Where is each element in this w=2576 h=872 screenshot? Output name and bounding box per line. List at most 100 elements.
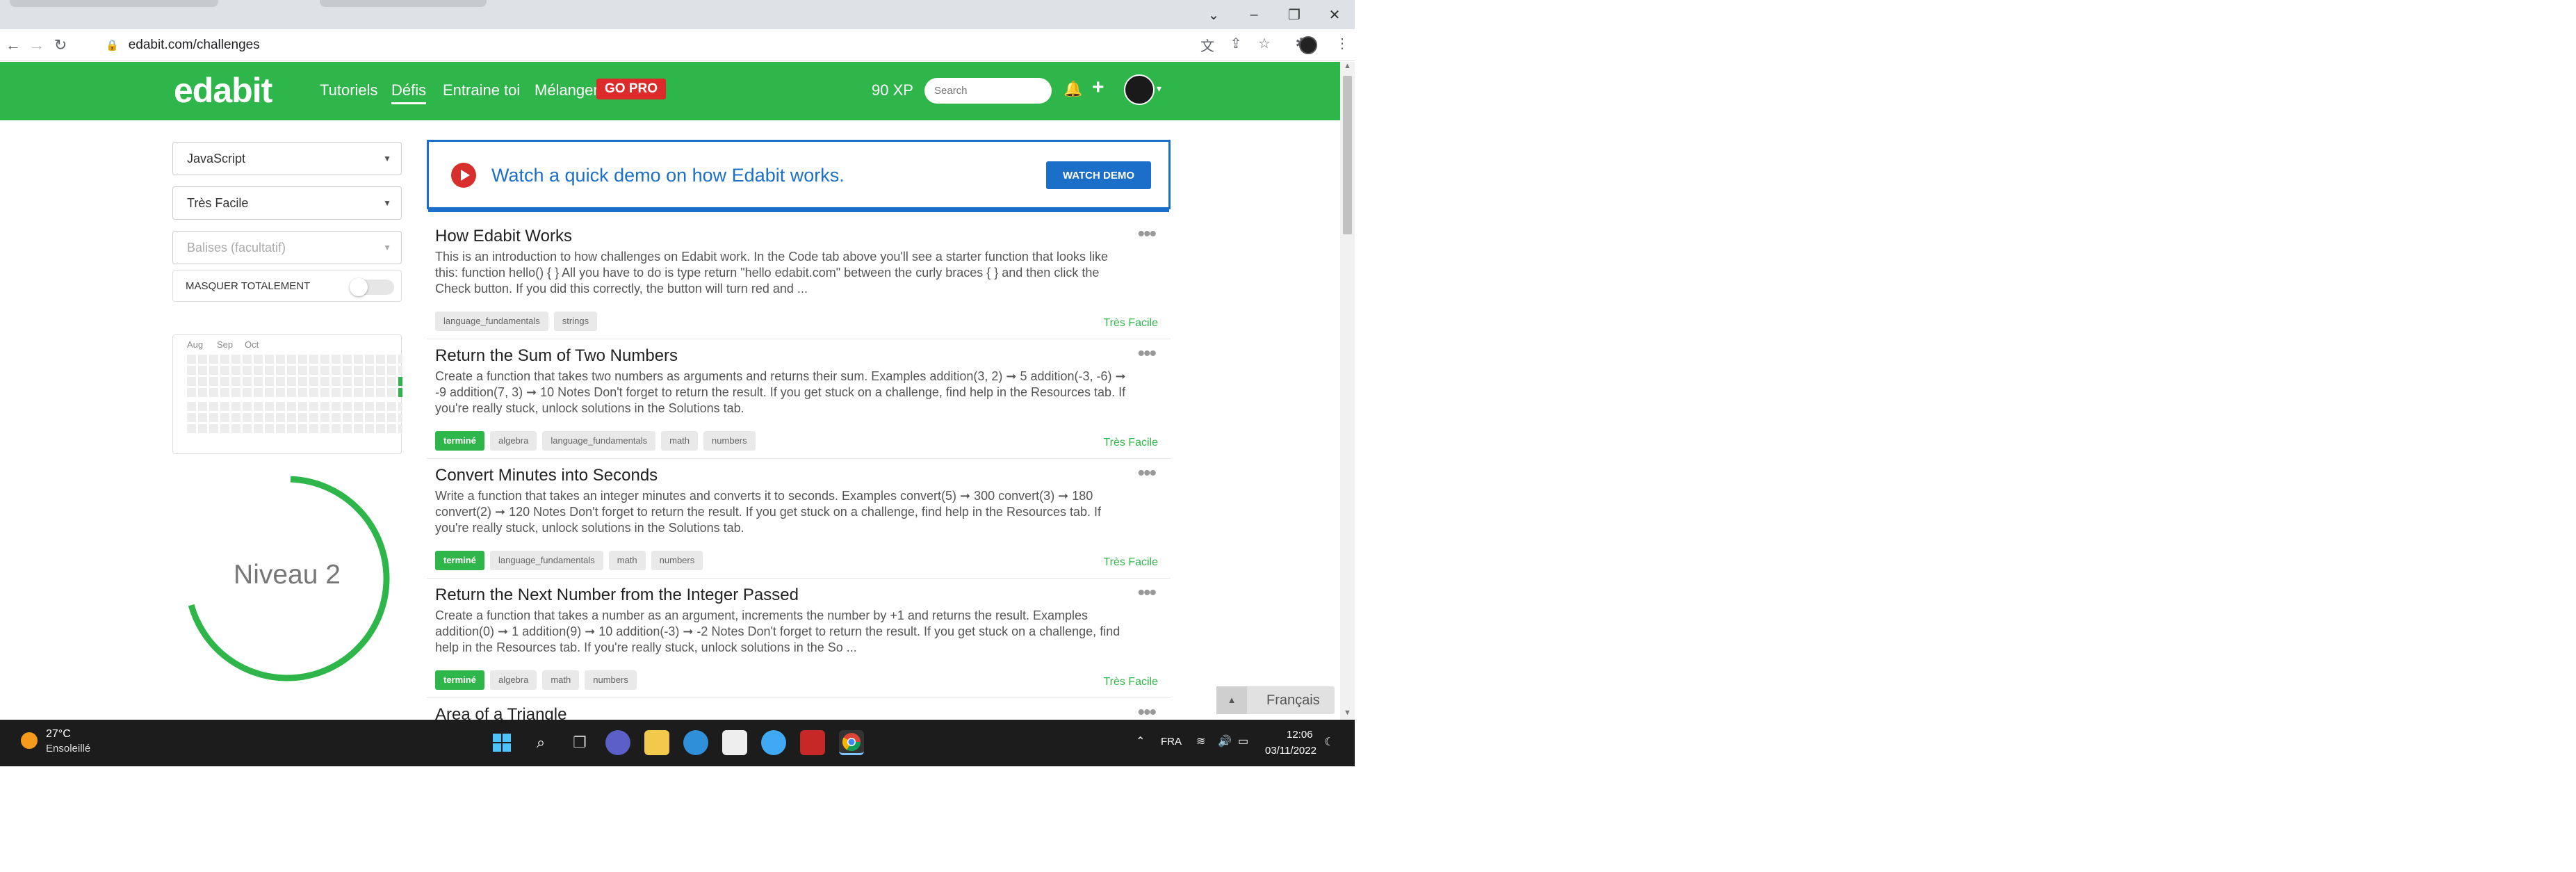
user-avatar[interactable] [1124, 74, 1155, 105]
share-icon[interactable]: ⇪ [1225, 35, 1246, 52]
scrollbar-thumb[interactable] [1343, 76, 1352, 234]
chevron-up-icon[interactable]: ⌃ [1136, 734, 1145, 748]
forward-icon[interactable]: → [26, 35, 47, 56]
tag[interactable]: numbers [703, 431, 756, 451]
heatmap-cell [365, 424, 374, 433]
app-icon[interactable] [761, 730, 786, 755]
clock-date[interactable]: 03/11/2022 [1265, 745, 1316, 757]
challenge-card[interactable]: How Edabit Works ••• This is an introduc… [427, 220, 1171, 339]
browser-profile-avatar[interactable] [1299, 36, 1317, 54]
file-explorer-icon[interactable] [644, 730, 669, 755]
more-options-icon[interactable]: ••• [1137, 701, 1156, 720]
challenge-title[interactable]: Return the Sum of Two Numbers [435, 346, 678, 366]
heatmap-cell [298, 355, 307, 364]
search-icon[interactable]: ⌕ [528, 730, 553, 755]
tag[interactable]: language_fundamentals [542, 431, 656, 451]
chrome-icon[interactable] [839, 730, 864, 755]
challenge-card[interactable]: Area of a Triangle ••• [427, 698, 1171, 720]
scroll-up-arrow-icon[interactable]: ▲ [1340, 62, 1355, 73]
volume-icon[interactable]: 🔊 [1218, 734, 1232, 748]
heatmap-cell [220, 377, 229, 386]
tag[interactable]: language_fundamentals [435, 312, 548, 331]
minimize-button[interactable]: – [1234, 7, 1274, 23]
more-options-icon[interactable]: ••• [1137, 462, 1156, 485]
challenge-tags: terminé algebra math numbers [435, 670, 637, 690]
more-options-icon[interactable]: ••• [1137, 581, 1156, 605]
page-scrollbar[interactable]: ▲ ▼ [1340, 62, 1355, 720]
task-view-icon[interactable]: ❐ [567, 730, 592, 755]
heatmap-cell [220, 402, 229, 411]
browser-menu-icon[interactable]: ⋮ [1332, 35, 1353, 56]
heatmap-cell [231, 355, 241, 364]
bookmark-star-icon[interactable]: ☆ [1254, 35, 1275, 52]
tag[interactable]: numbers [651, 551, 703, 570]
hide-completed-toggle[interactable] [350, 278, 394, 296]
reload-icon[interactable]: ↻ [50, 35, 71, 56]
notification-bell-icon[interactable]: 🔔 [1063, 80, 1082, 98]
teams-chat-icon[interactable] [605, 730, 630, 755]
tag[interactable]: algebra [489, 670, 537, 690]
heatmap-cell [376, 424, 385, 433]
windows-start-icon[interactable] [489, 730, 514, 755]
difficulty-select[interactable]: Très Facile ▼ [172, 186, 402, 220]
back-icon[interactable]: ← [3, 35, 24, 56]
watch-demo-button[interactable]: WATCH DEMO [1046, 161, 1151, 189]
challenge-title[interactable]: Area of a Triangle [435, 705, 566, 720]
scroll-down-arrow-icon[interactable]: ▼ [1340, 709, 1355, 720]
address-bar[interactable]: 🔒 edabit.com/challenges [97, 33, 1168, 58]
tag[interactable]: algebra [489, 431, 537, 451]
heatmap-cell [231, 366, 241, 375]
create-plus-icon[interactable]: + [1092, 76, 1104, 99]
nav-entraine-toi[interactable]: Entraine toi [443, 81, 520, 99]
more-options-icon[interactable]: ••• [1137, 223, 1156, 246]
tab-search-icon[interactable]: ⌄ [1193, 6, 1234, 24]
play-icon[interactable] [451, 163, 476, 188]
heatmap-cell [354, 388, 363, 397]
weather-description[interactable]: Ensoleillé [46, 743, 90, 754]
nav-tutoriels[interactable]: Tutoriels [320, 81, 378, 99]
heatmap-cell [254, 402, 263, 411]
wifi-icon[interactable]: ≋ [1196, 734, 1205, 748]
heatmap-cell [309, 377, 318, 386]
language-select[interactable]: JavaScript ▼ [172, 142, 402, 175]
clock-time[interactable]: 12:06 [1287, 729, 1313, 741]
tags-select[interactable]: Balises (facultatif) ▼ [172, 231, 402, 264]
notifications-icon[interactable]: ☾ [1324, 735, 1334, 749]
challenge-title[interactable]: Return the Next Number from the Integer … [435, 586, 799, 605]
site-search-input[interactable] [924, 78, 1052, 104]
challenge-card[interactable]: Convert Minutes into Seconds ••• Write a… [427, 459, 1171, 579]
store-icon[interactable] [722, 730, 747, 755]
close-window-button[interactable]: ✕ [1314, 6, 1355, 24]
tag[interactable]: math [661, 431, 699, 451]
more-options-icon[interactable]: ••• [1137, 342, 1156, 366]
edge-icon[interactable] [683, 730, 708, 755]
heatmap-cell [343, 355, 352, 364]
sun-icon[interactable] [21, 732, 38, 749]
browser-tab[interactable] [10, 0, 218, 7]
challenge-title[interactable]: Convert Minutes into Seconds [435, 466, 658, 485]
translate-icon[interactable]: 文 [1197, 35, 1218, 55]
go-pro-button[interactable]: GO PRO [596, 79, 667, 99]
nav-melanger[interactable]: Mélanger [535, 81, 598, 99]
browser-tab[interactable] [320, 0, 487, 7]
challenge-card[interactable]: Return the Next Number from the Integer … [427, 579, 1171, 698]
tag[interactable]: math [542, 670, 580, 690]
nav-defis[interactable]: Défis [391, 81, 427, 104]
input-language[interactable]: FRA [1161, 736, 1182, 748]
battery-icon[interactable]: ▭ [1238, 734, 1248, 748]
challenge-title[interactable]: How Edabit Works [435, 227, 572, 246]
weather-temperature[interactable]: 27°C [46, 728, 71, 741]
edabit-logo[interactable]: edabit [174, 70, 272, 111]
heatmap-cell [398, 424, 402, 433]
language-switcher[interactable]: ▲ Français [1216, 686, 1335, 714]
tag[interactable]: numbers [585, 670, 637, 690]
heatmap-cell [243, 402, 252, 411]
tag[interactable]: strings [553, 312, 598, 331]
restore-button[interactable]: ❐ [1274, 6, 1314, 24]
chevron-down-icon[interactable]: ▾ [1157, 83, 1161, 95]
heatmap-cell [287, 388, 296, 397]
tag[interactable]: math [608, 551, 646, 570]
tag[interactable]: language_fundamentals [489, 551, 603, 570]
challenge-card[interactable]: Return the Sum of Two Numbers ••• Create… [427, 339, 1171, 459]
mcafee-icon[interactable] [800, 730, 825, 755]
